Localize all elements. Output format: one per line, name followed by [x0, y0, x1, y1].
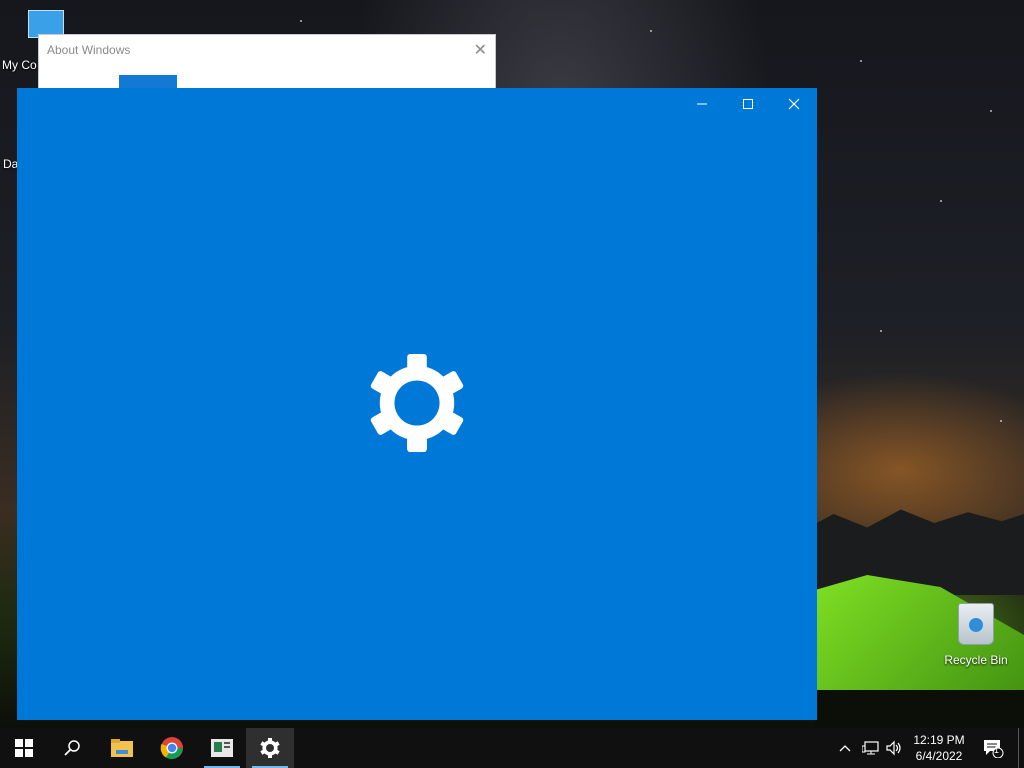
star — [300, 20, 302, 22]
chrome-button[interactable] — [148, 728, 196, 768]
search-icon — [64, 740, 80, 756]
volume-button[interactable] — [885, 728, 903, 768]
star — [1000, 420, 1002, 422]
recycle-bin-label[interactable]: Recycle Bin — [944, 653, 1008, 667]
star — [880, 330, 882, 332]
volume-icon — [886, 740, 901, 756]
about-windows-title: About Windows — [47, 43, 131, 57]
star — [650, 30, 652, 32]
start-button[interactable] — [0, 728, 48, 768]
star — [990, 110, 992, 112]
news-icon — [211, 739, 233, 757]
my-computer-label[interactable]: My Co — [2, 58, 37, 72]
news-button[interactable] — [198, 728, 246, 768]
clock[interactable]: 12:19 PM 6/4/2022 — [908, 732, 970, 764]
gear-icon — [370, 354, 464, 452]
star — [940, 200, 942, 202]
recycle-bin[interactable]: Recycle Bin — [944, 603, 1008, 667]
settings-taskbar-button[interactable] — [246, 728, 294, 768]
folder-icon — [111, 739, 133, 757]
star — [860, 60, 862, 62]
maximize-icon — [743, 99, 753, 109]
about-windows-dialog[interactable]: About Windows ✕ — [38, 34, 496, 95]
minimize-button[interactable] — [679, 88, 725, 120]
search-button[interactable] — [48, 728, 96, 768]
close-icon — [788, 98, 800, 110]
clock-date: 6/4/2022 — [915, 749, 963, 763]
close-button[interactable] — [771, 88, 817, 120]
clock-time: 12:19 PM — [913, 733, 965, 747]
network-button[interactable] — [862, 728, 880, 768]
settings-window[interactable] — [17, 88, 817, 720]
action-center-button[interactable]: 1 — [982, 728, 1004, 768]
gear-icon — [260, 738, 280, 758]
about-close-button[interactable]: ✕ — [474, 40, 487, 60]
show-hidden-icons-button[interactable] — [838, 728, 852, 768]
minimize-icon — [697, 103, 707, 105]
grass — [815, 690, 1024, 728]
recycle-bin-icon[interactable] — [958, 603, 994, 645]
maximize-button[interactable] — [725, 88, 771, 120]
chevron-up-icon — [839, 745, 851, 752]
show-desktop-divider[interactable] — [1018, 728, 1019, 768]
network-icon — [862, 741, 879, 755]
mountains — [800, 509, 1024, 595]
notification-count: 1 — [994, 745, 1000, 755]
file-explorer-button[interactable] — [98, 728, 146, 768]
chrome-icon — [160, 737, 183, 759]
taskbar: 12:19 PM 6/4/2022 1 — [0, 728, 1024, 768]
windows-logo-icon — [15, 739, 33, 757]
notification-icon — [984, 740, 1004, 758]
